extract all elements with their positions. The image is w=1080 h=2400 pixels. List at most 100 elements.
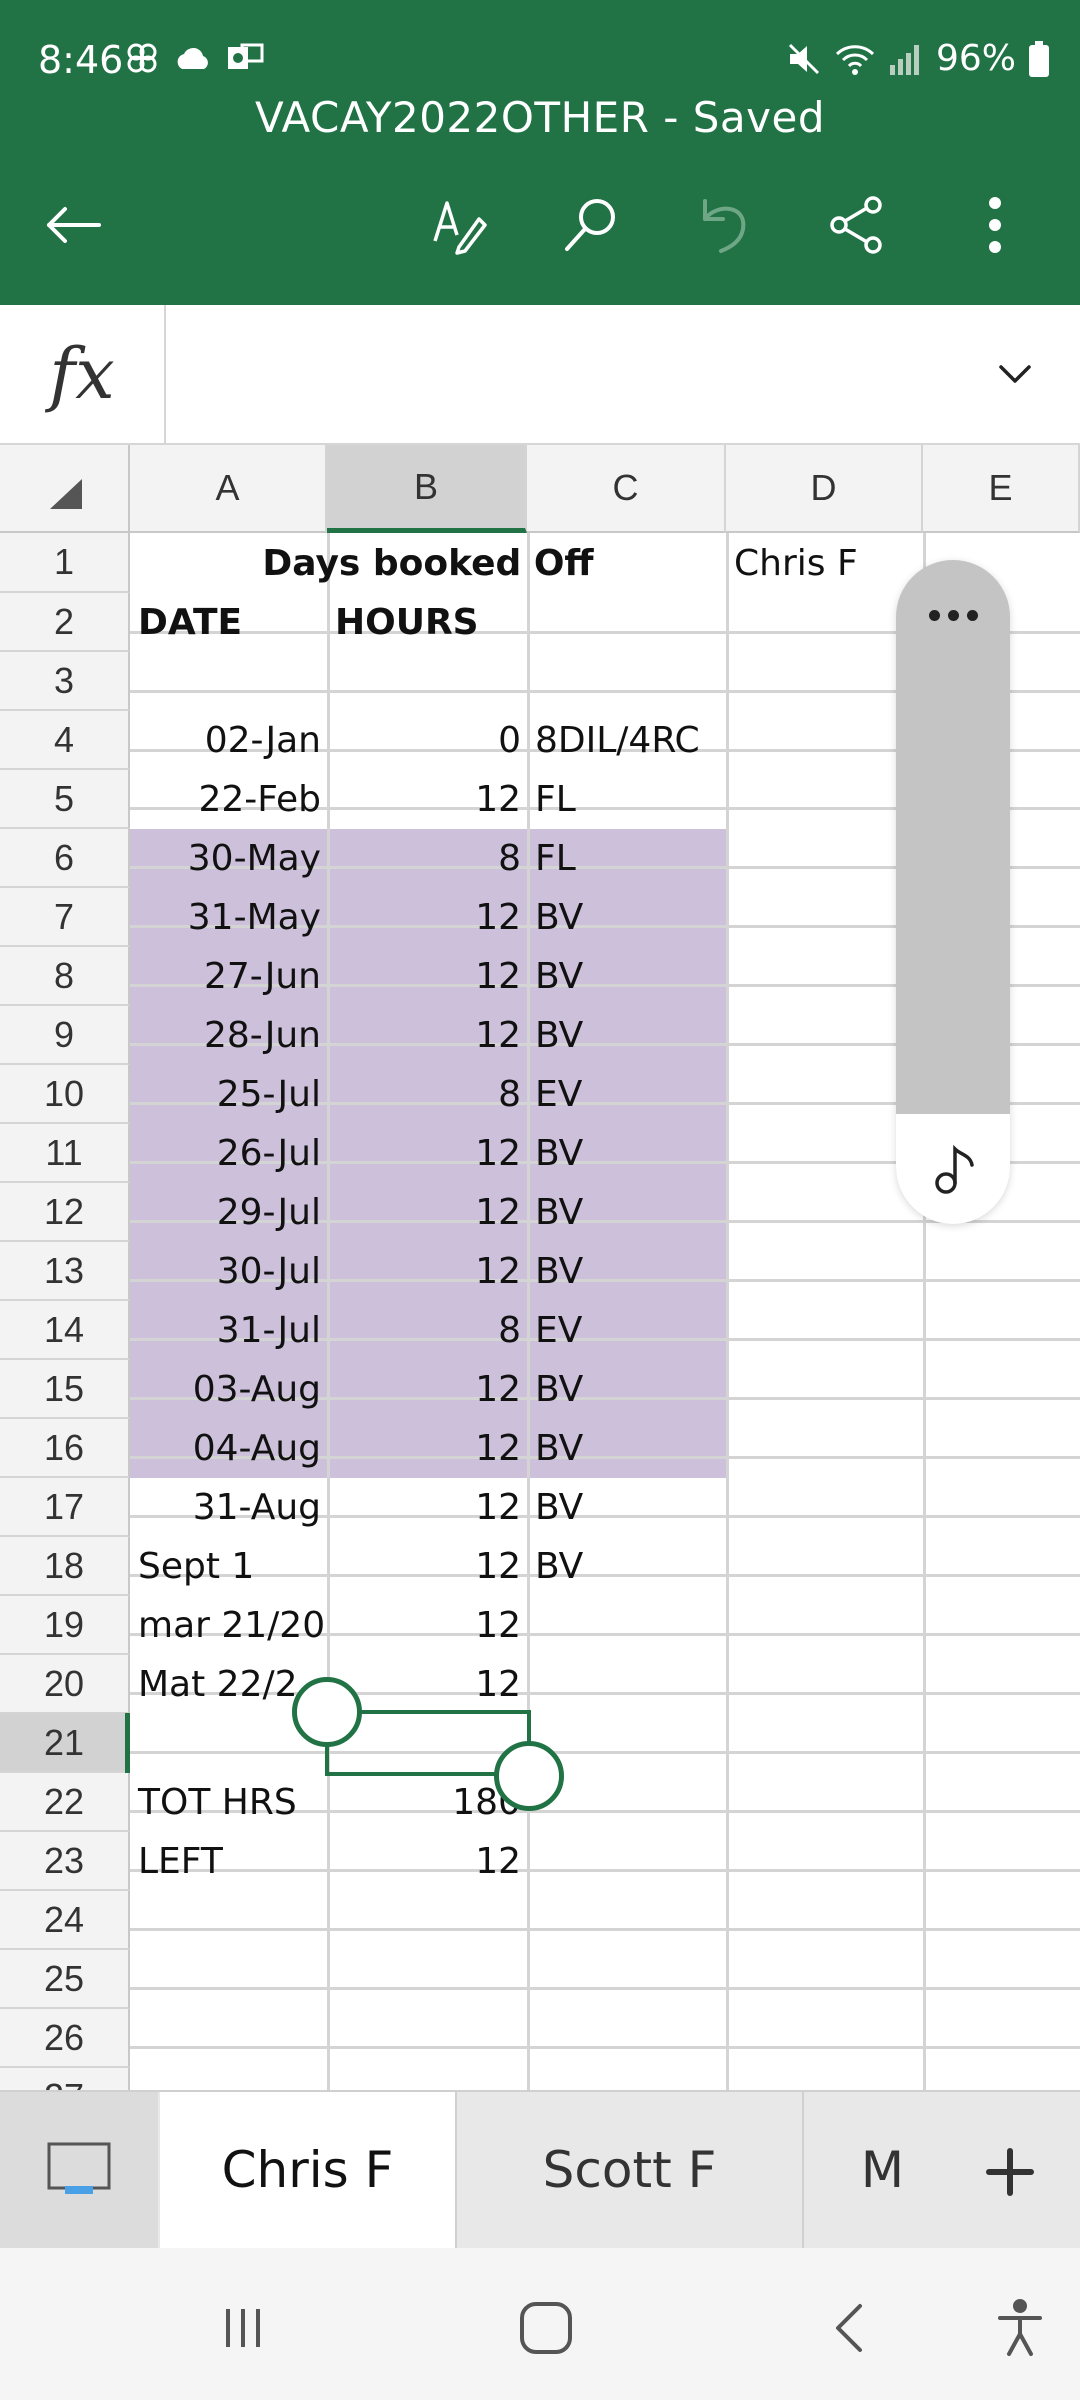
cell-hours[interactable]: 0 — [327, 711, 527, 770]
fx-label[interactable]: fx — [0, 305, 166, 443]
cell-code[interactable]: 8DIL/4RC — [527, 711, 726, 770]
tab-chris-f[interactable]: Chris F — [160, 2092, 455, 2248]
cell-date[interactable]: 29-Jul — [130, 1183, 327, 1242]
cell-date[interactable]: 04-Aug — [130, 1419, 327, 1478]
column-header-d[interactable]: D — [726, 445, 923, 533]
row-header-27[interactable]: 27 — [0, 2068, 130, 2090]
cell-hours[interactable]: 8 — [327, 1301, 527, 1360]
row-header-24[interactable]: 24 — [0, 1891, 130, 1950]
cell-date-header[interactable]: DATE — [130, 593, 327, 652]
cell-date[interactable]: 27-Jun — [130, 947, 327, 1006]
cell-hours[interactable]: 12 — [327, 947, 527, 1006]
cell-date[interactable]: mar 21/20 — [130, 1596, 327, 1655]
column-header-c[interactable]: C — [527, 445, 726, 533]
cell-code[interactable]: BV — [527, 947, 726, 1006]
cell-date[interactable]: 31-Jul — [130, 1301, 327, 1360]
row-header-17[interactable]: 17 — [0, 1478, 130, 1537]
cell-date[interactable]: 02-Jan — [130, 711, 327, 770]
column-header-a[interactable]: A — [130, 445, 327, 533]
cell-date[interactable]: 03-Aug — [130, 1360, 327, 1419]
cell-title[interactable]: Days booked Off — [130, 533, 726, 593]
cell-code[interactable]: BV — [527, 888, 726, 947]
cell-date[interactable]: 28-Jun — [130, 1006, 327, 1065]
cell-total-label[interactable]: TOT HRS — [130, 1773, 327, 1832]
cell-left-value[interactable]: 12 — [327, 1832, 527, 1891]
cell-code[interactable]: BV — [527, 1242, 726, 1301]
cell-code[interactable]: FL — [527, 770, 726, 829]
tab-scott-f[interactable]: Scott F — [457, 2092, 802, 2248]
row-header-5[interactable]: 5 — [0, 770, 130, 829]
cell-hours[interactable]: 12 — [327, 1006, 527, 1065]
home-button[interactable] — [506, 2288, 586, 2368]
row-header-14[interactable]: 14 — [0, 1301, 130, 1360]
accessibility-button[interactable] — [980, 2288, 1060, 2368]
column-header-e[interactable]: E — [923, 445, 1080, 533]
row-header-7[interactable]: 7 — [0, 888, 130, 947]
selection-handle-bottom-right[interactable] — [494, 1741, 564, 1811]
back-button[interactable] — [38, 190, 108, 260]
row-header-16[interactable]: 16 — [0, 1419, 130, 1478]
cell-hours[interactable]: 12 — [327, 1419, 527, 1478]
cell-code[interactable]: BV — [527, 1006, 726, 1065]
row-header-10[interactable]: 10 — [0, 1065, 130, 1124]
cell-hours[interactable]: 12 — [327, 1537, 527, 1596]
formula-expand-button[interactable] — [990, 349, 1040, 399]
undo-button[interactable] — [688, 190, 758, 260]
sheet-list-button[interactable] — [0, 2092, 158, 2248]
row-header-15[interactable]: 15 — [0, 1360, 130, 1419]
row-header-13[interactable]: 13 — [0, 1242, 130, 1301]
row-header-2[interactable]: 2 — [0, 593, 130, 652]
cell-date[interactable]: 25-Jul — [130, 1065, 327, 1124]
row-header-3[interactable]: 3 — [0, 652, 130, 711]
row-header-8[interactable]: 8 — [0, 947, 130, 1006]
tab-partial[interactable]: M — [804, 2092, 904, 2248]
floating-panel[interactable] — [896, 560, 1010, 1224]
system-back-button[interactable] — [808, 2288, 888, 2368]
cell-hours[interactable]: 8 — [327, 829, 527, 888]
cell-left-label[interactable]: LEFT — [130, 1832, 327, 1891]
row-header-20[interactable]: 20 — [0, 1655, 130, 1714]
cell-date[interactable]: Sept 1 — [130, 1537, 327, 1596]
column-header-b[interactable]: B — [327, 445, 527, 533]
row-header-1[interactable]: 1 — [0, 533, 130, 593]
cell-date[interactable]: 26-Jul — [130, 1124, 327, 1183]
cell-date[interactable]: 30-May — [130, 829, 327, 888]
row-header-6[interactable]: 6 — [0, 829, 130, 888]
cell-hours-header[interactable]: HOURS — [327, 593, 527, 652]
selection-handle-top-left[interactable] — [292, 1677, 362, 1747]
cell-hours[interactable]: 8 — [327, 1065, 527, 1124]
cell-hours[interactable]: 12 — [327, 1242, 527, 1301]
cell-hours[interactable]: 12 — [327, 1478, 527, 1537]
spreadsheet-grid[interactable]: A B C D E 1 2 3 4 5 6 7 8 9 10 11 12 13 … — [0, 445, 1080, 2090]
cell-code[interactable]: BV — [527, 1124, 726, 1183]
cell-date[interactable]: 31-May — [130, 888, 327, 947]
draw-button[interactable] — [424, 190, 494, 260]
cell-hours[interactable]: 12 — [327, 888, 527, 947]
cell-code[interactable]: BV — [527, 1183, 726, 1242]
row-header-22[interactable]: 22 — [0, 1773, 130, 1832]
cell-hours[interactable]: 12 — [327, 770, 527, 829]
cell-date[interactable]: 30-Jul — [130, 1242, 327, 1301]
more-options-button[interactable] — [960, 190, 1030, 260]
row-header-21[interactable]: 21 — [0, 1714, 130, 1773]
cell-code[interactable]: BV — [527, 1478, 726, 1537]
search-button[interactable] — [556, 190, 626, 260]
cell-code[interactable]: EV — [527, 1301, 726, 1360]
select-all-corner[interactable] — [0, 445, 130, 533]
row-header-9[interactable]: 9 — [0, 1006, 130, 1065]
cell-code[interactable]: FL — [527, 829, 726, 888]
cell-date[interactable]: 31-Aug — [130, 1478, 327, 1537]
cell-hours[interactable]: 12 — [327, 1124, 527, 1183]
cell-hours[interactable]: 12 — [327, 1183, 527, 1242]
formula-input[interactable] — [168, 305, 948, 443]
cell-code[interactable]: EV — [527, 1065, 726, 1124]
row-header-12[interactable]: 12 — [0, 1183, 130, 1242]
row-header-4[interactable]: 4 — [0, 711, 130, 770]
row-header-25[interactable]: 25 — [0, 1950, 130, 2009]
floating-more-button[interactable] — [896, 580, 1010, 650]
share-button[interactable] — [822, 190, 892, 260]
recent-apps-button[interactable] — [203, 2288, 283, 2368]
row-header-19[interactable]: 19 — [0, 1596, 130, 1655]
cell-hours[interactable]: 12 — [327, 1360, 527, 1419]
row-header-26[interactable]: 26 — [0, 2009, 130, 2068]
